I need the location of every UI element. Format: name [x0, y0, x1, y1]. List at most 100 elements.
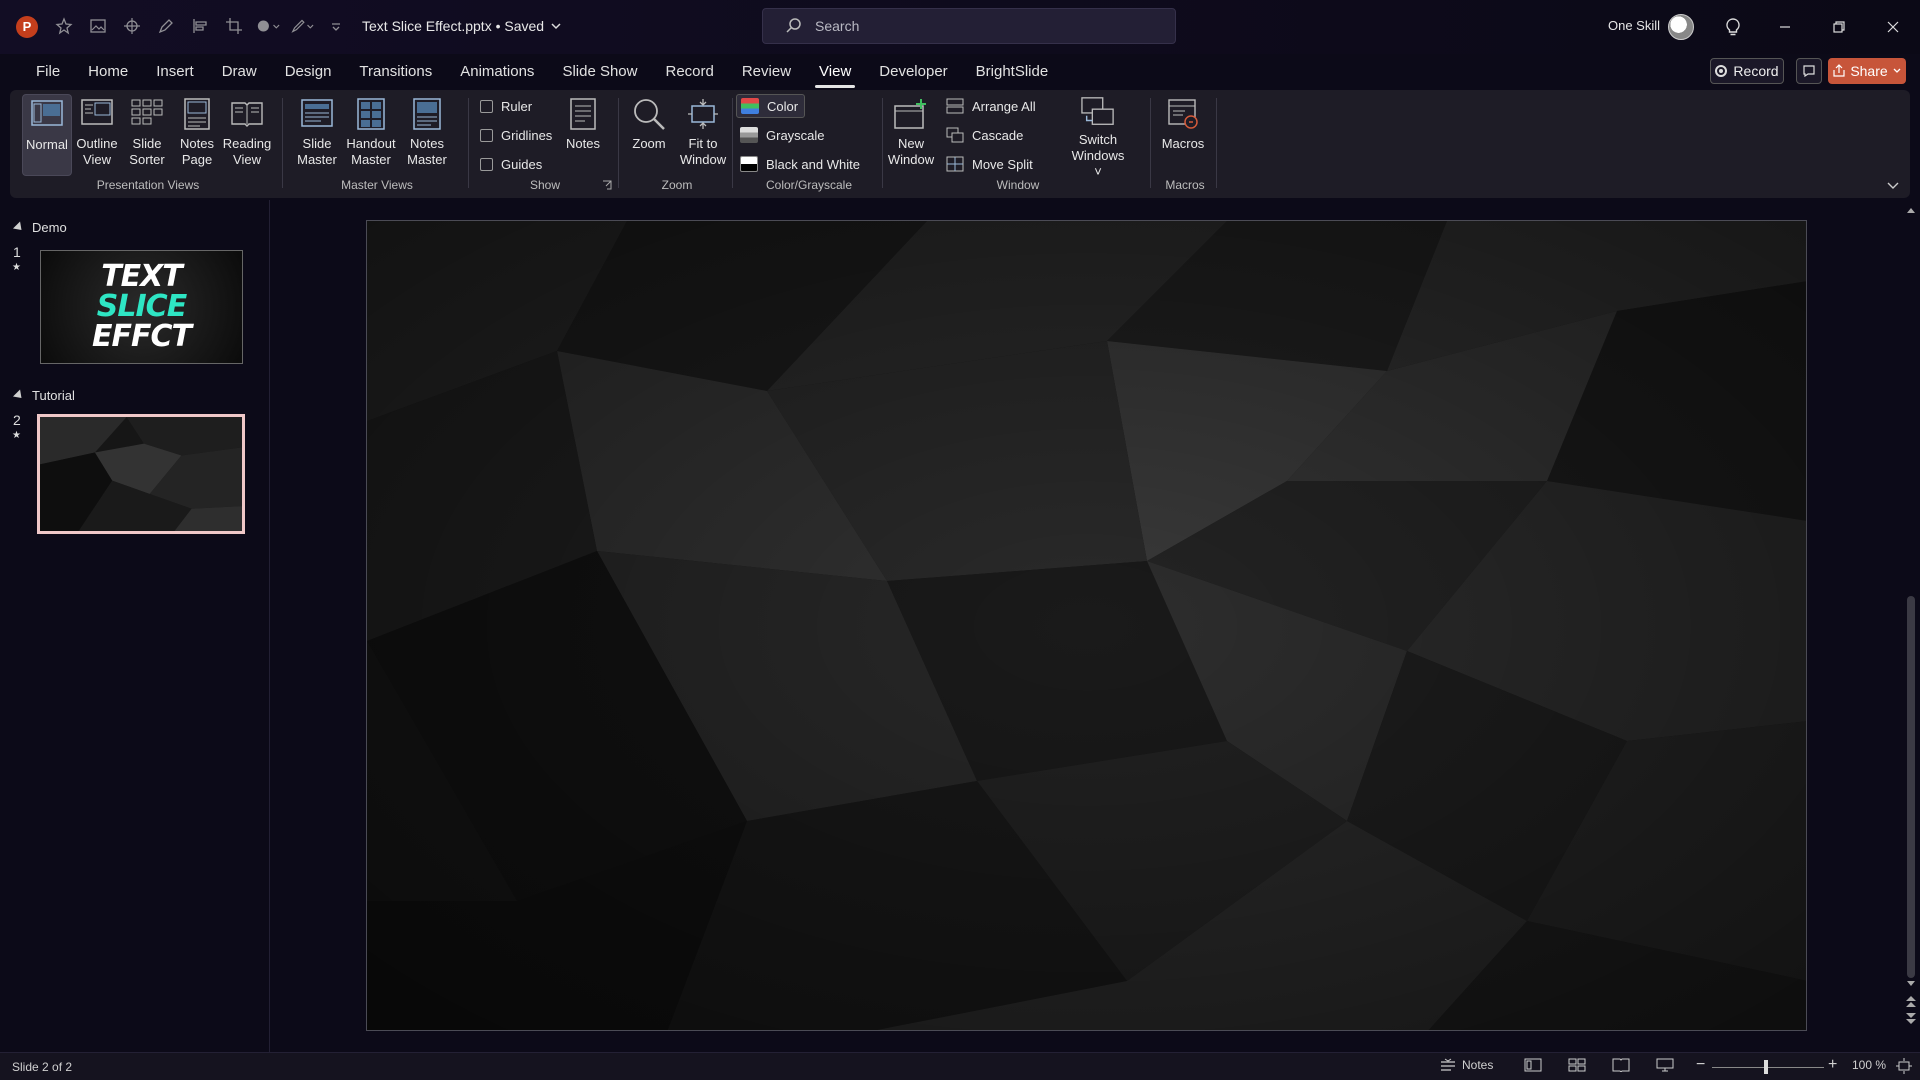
ribbon-separator: [618, 98, 619, 188]
lightbulb-icon[interactable]: [1720, 14, 1746, 40]
shape-fill-icon[interactable]: [256, 14, 280, 38]
new-window-button[interactable]: New Window: [886, 94, 936, 176]
group-master-views: Slide Master Handout Master Notes Master…: [286, 90, 468, 198]
scroll-down-icon[interactable]: [1906, 980, 1916, 988]
polygon-background-thumb: [40, 417, 242, 531]
slide-master-button[interactable]: Slide Master: [292, 94, 342, 176]
cascade-button[interactable]: Cascade: [946, 123, 1023, 147]
group-label-master-views: Master Views: [341, 178, 413, 192]
zoom-slider-track[interactable]: [1712, 1067, 1824, 1068]
fit-to-window-button[interactable]: Fit to Window: [678, 94, 728, 176]
zoom-level[interactable]: 100 %: [1852, 1058, 1886, 1072]
normal-view-small-icon: [1524, 1058, 1542, 1072]
section-header-tutorial[interactable]: Tutorial: [12, 388, 75, 403]
macros-button[interactable]: Macros: [1158, 94, 1208, 176]
normal-view-status-button[interactable]: [1524, 1058, 1542, 1072]
color-button[interactable]: Color: [736, 94, 806, 118]
notes-page-button[interactable]: Notes Page: [172, 94, 222, 176]
tab-record[interactable]: Record: [651, 54, 727, 90]
zoom-button[interactable]: Zoom: [624, 94, 674, 176]
new-window-label-1: New: [897, 136, 924, 151]
close-icon[interactable]: [1880, 14, 1906, 40]
slide-canvas[interactable]: [366, 220, 1807, 1031]
next-slide-icon[interactable]: [1905, 1012, 1917, 1026]
slide-thumbnail-1[interactable]: TEXT SLICE EFFCT: [40, 250, 243, 364]
notes-icon: [566, 96, 600, 132]
gridlines-checkbox[interactable]: Gridlines: [480, 123, 552, 147]
handout-master-button[interactable]: Handout Master: [346, 94, 396, 176]
slideshow-status-button[interactable]: [1656, 1058, 1674, 1072]
tab-review[interactable]: Review: [728, 54, 805, 90]
user-name[interactable]: One Skill: [1608, 18, 1660, 33]
collapse-triangle-icon: [12, 389, 26, 402]
vertical-scrollbar[interactable]: [1904, 204, 1918, 1032]
arrange-all-button[interactable]: Arrange All: [946, 94, 1036, 118]
grayscale-button[interactable]: Grayscale: [740, 123, 825, 147]
scrollbar-thumb[interactable]: [1907, 596, 1915, 978]
group-color-grayscale: Color Grayscale Black and White Color/Gr…: [736, 90, 882, 198]
slide-sorter-status-button[interactable]: [1568, 1058, 1586, 1072]
picture-icon[interactable]: [86, 14, 110, 38]
black-white-button[interactable]: Black and White: [740, 152, 860, 176]
reading-view-button[interactable]: Reading View: [222, 94, 272, 176]
tab-developer[interactable]: Developer: [865, 54, 961, 90]
tab-insert[interactable]: Insert: [142, 54, 208, 90]
customize-qat-icon[interactable]: [324, 14, 348, 38]
notes-toggle[interactable]: Notes: [1440, 1058, 1493, 1072]
tab-animations[interactable]: Animations: [446, 54, 548, 90]
reading-view-icon: [230, 96, 264, 132]
previous-slide-icon[interactable]: [1905, 994, 1917, 1008]
ruler-checkbox[interactable]: Ruler: [480, 94, 532, 118]
comments-button[interactable]: [1796, 58, 1822, 84]
avatar[interactable]: [1668, 14, 1694, 40]
tab-brightslide[interactable]: BrightSlide: [962, 54, 1063, 90]
crop-icon[interactable]: [222, 14, 246, 38]
tab-file[interactable]: File: [22, 54, 74, 90]
dialog-launcher-icon[interactable]: [602, 180, 612, 190]
slide-sorter-icon: [130, 96, 164, 132]
animation-star-icon[interactable]: [52, 14, 76, 38]
section-header-demo[interactable]: Demo: [12, 220, 67, 235]
tab-view[interactable]: View: [805, 54, 865, 90]
zoom-slider-knob[interactable]: [1764, 1060, 1768, 1074]
pencil-icon[interactable]: [290, 14, 314, 38]
reading-view-status-button[interactable]: [1612, 1058, 1630, 1072]
slide-sorter-button[interactable]: Slide Sorter: [122, 94, 172, 176]
guides-checkbox[interactable]: Guides: [480, 152, 542, 176]
switch-windows-icon: [1081, 96, 1115, 128]
pen-icon[interactable]: [154, 14, 178, 38]
search-box[interactable]: Search: [762, 8, 1176, 44]
group-label-color: Color/Grayscale: [765, 178, 853, 192]
quick-access-toolbar: [52, 14, 348, 38]
document-title[interactable]: Text Slice Effect.pptx • Saved: [362, 18, 562, 34]
tab-home[interactable]: Home: [74, 54, 142, 90]
switch-windows-button[interactable]: Switch Windows ˅: [1068, 94, 1128, 179]
scroll-up-icon[interactable]: [1906, 206, 1916, 214]
move-split-button[interactable]: Move Split: [946, 152, 1033, 176]
outline-view-button[interactable]: Outline View: [72, 94, 122, 176]
share-button[interactable]: Share: [1828, 58, 1906, 84]
zoom-out-button[interactable]: −: [1696, 1056, 1705, 1074]
record-button[interactable]: Record: [1710, 58, 1784, 84]
move-icon[interactable]: [120, 14, 144, 38]
slide-thumbnail-2[interactable]: [37, 414, 245, 534]
tab-transitions[interactable]: Transitions: [345, 54, 446, 90]
tab-draw[interactable]: Draw: [208, 54, 271, 90]
animation-star-icon: ★: [12, 262, 21, 273]
normal-view-button[interactable]: Normal: [22, 94, 72, 176]
zoom-in-button[interactable]: +: [1828, 1056, 1837, 1074]
switch-label-2: Windows ˅: [1071, 148, 1125, 179]
arrange-all-icon: [946, 98, 964, 114]
notes-button[interactable]: Notes: [558, 94, 608, 176]
tab-design[interactable]: Design: [271, 54, 346, 90]
collapse-ribbon-icon[interactable]: [1886, 180, 1900, 190]
powerpoint-logo-icon: P: [16, 16, 38, 38]
fit-slide-button[interactable]: [1896, 1058, 1912, 1074]
restore-icon[interactable]: [1826, 14, 1852, 40]
notes-master-button[interactable]: Notes Master: [402, 94, 452, 176]
ribbon-separator: [1216, 98, 1217, 188]
group-label-window: Window: [996, 178, 1040, 192]
minimize-icon[interactable]: [1772, 14, 1798, 40]
tab-slide-show[interactable]: Slide Show: [548, 54, 651, 90]
align-icon[interactable]: [188, 14, 212, 38]
